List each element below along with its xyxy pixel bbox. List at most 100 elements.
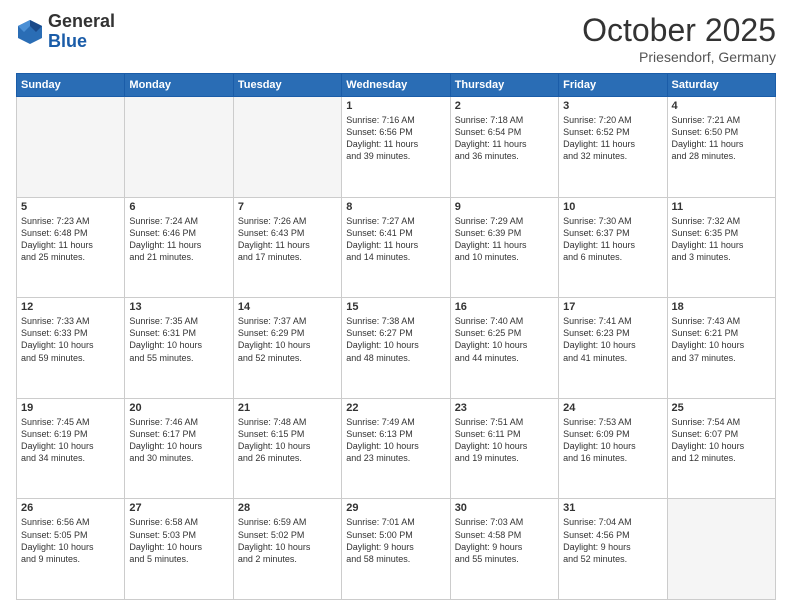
day-number: 29 (346, 502, 445, 514)
day-number: 13 (129, 301, 228, 313)
calendar-cell: 30 Sunrise: 7:03 AM Sunset: 4:58 PM Dayli… (450, 499, 558, 600)
calendar-cell: 3 Sunrise: 7:20 AM Sunset: 6:52 PM Daylig… (559, 97, 667, 198)
day-number: 1 (346, 100, 445, 112)
day-header-friday: Friday (559, 74, 667, 97)
calendar-cell: 20 Sunrise: 7:46 AM Sunset: 6:17 PM Dayli… (125, 398, 233, 499)
day-info: Sunrise: 7:18 AM Sunset: 6:54 PM Dayligh… (455, 114, 554, 163)
day-info: Sunrise: 7:29 AM Sunset: 6:39 PM Dayligh… (455, 215, 554, 264)
calendar-cell: 19 Sunrise: 7:45 AM Sunset: 6:19 PM Dayli… (17, 398, 125, 499)
day-number: 8 (346, 201, 445, 213)
calendar-table: SundayMondayTuesdayWednesdayThursdayFrid… (16, 73, 776, 600)
day-number: 18 (672, 301, 771, 313)
day-number: 20 (129, 402, 228, 414)
day-number: 26 (21, 502, 120, 514)
day-number: 28 (238, 502, 337, 514)
calendar-cell: 23Sunrise: 7:51 AM Sunset: 6:11 PM Dayli… (450, 398, 558, 499)
calendar-cell: 25Sunrise: 7:54 AM Sunset: 6:07 PM Dayli… (667, 398, 775, 499)
day-info: Sunrise: 7:49 AM Sunset: 6:13 PM Dayligh… (346, 416, 445, 465)
calendar-cell (667, 499, 775, 600)
calendar-cell: 16 Sunrise: 7:40 AM Sunset: 6:25 PM Dayli… (450, 298, 558, 399)
day-info: Sunrise: 7:03 AM Sunset: 4:58 PM Dayligh… (455, 516, 554, 565)
day-number: 2 (455, 100, 554, 112)
calendar-cell: 4 Sunrise: 7:21 AM Sunset: 6:50 PM Daylig… (667, 97, 775, 198)
calendar-cell: 27 Sunrise: 6:58 AM Sunset: 5:03 PM Dayli… (125, 499, 233, 600)
day-info: Sunrise: 7:46 AM Sunset: 6:17 PM Dayligh… (129, 416, 228, 465)
day-number: 16 (455, 301, 554, 313)
day-number: 3 (563, 100, 662, 112)
day-info: Sunrise: 7:26 AM Sunset: 6:43 PM Dayligh… (238, 215, 337, 264)
day-info: Sunrise: 7:45 AM Sunset: 6:19 PM Dayligh… (21, 416, 120, 465)
day-info: Sunrise: 7:04 AM Sunset: 4:56 PM Dayligh… (563, 516, 662, 565)
day-info: Sunrise: 6:59 AM Sunset: 5:02 PM Dayligh… (238, 516, 337, 565)
calendar-cell: 22 Sunrise: 7:49 AM Sunset: 6:13 PM Dayli… (342, 398, 450, 499)
day-info: Sunrise: 7:21 AM Sunset: 6:50 PM Dayligh… (672, 114, 771, 163)
day-info: Sunrise: 7:16 AM Sunset: 6:56 PM Dayligh… (346, 114, 445, 163)
logo-icon (16, 18, 44, 46)
calendar-cell: 29 Sunrise: 7:01 AM Sunset: 5:00 PM Dayli… (342, 499, 450, 600)
day-number: 14 (238, 301, 337, 313)
calendar-cell: 15Sunrise: 7:38 AM Sunset: 6:27 PM Dayli… (342, 298, 450, 399)
logo-blue-text: Blue (48, 31, 87, 51)
day-number: 4 (672, 100, 771, 112)
day-number: 9 (455, 201, 554, 213)
day-info: Sunrise: 7:33 AM Sunset: 6:33 PM Dayligh… (21, 315, 120, 364)
day-info: Sunrise: 7:37 AM Sunset: 6:29 PM Dayligh… (238, 315, 337, 364)
calendar-cell: 12 Sunrise: 7:33 AM Sunset: 6:33 PM Dayli… (17, 298, 125, 399)
day-number: 7 (238, 201, 337, 213)
calendar-cell: 17 Sunrise: 7:41 AM Sunset: 6:23 PM Dayli… (559, 298, 667, 399)
calendar-cell (17, 97, 125, 198)
day-number: 19 (21, 402, 120, 414)
day-number: 22 (346, 402, 445, 414)
day-info: Sunrise: 7:23 AM Sunset: 6:48 PM Dayligh… (21, 215, 120, 264)
day-info: Sunrise: 6:58 AM Sunset: 5:03 PM Dayligh… (129, 516, 228, 565)
day-number: 31 (563, 502, 662, 514)
day-header-saturday: Saturday (667, 74, 775, 97)
calendar-cell: 6Sunrise: 7:24 AM Sunset: 6:46 PM Daylig… (125, 197, 233, 298)
calendar-cell: 11 Sunrise: 7:32 AM Sunset: 6:35 PM Dayli… (667, 197, 775, 298)
calendar-cell: 28 Sunrise: 6:59 AM Sunset: 5:02 PM Dayli… (233, 499, 341, 600)
calendar-cell: 8 Sunrise: 7:27 AM Sunset: 6:41 PM Daylig… (342, 197, 450, 298)
day-number: 10 (563, 201, 662, 213)
day-info: Sunrise: 7:20 AM Sunset: 6:52 PM Dayligh… (563, 114, 662, 163)
calendar-cell (125, 97, 233, 198)
calendar-cell: 10Sunrise: 7:30 AM Sunset: 6:37 PM Dayli… (559, 197, 667, 298)
day-number: 11 (672, 201, 771, 213)
calendar-cell: 31 Sunrise: 7:04 AM Sunset: 4:56 PM Dayli… (559, 499, 667, 600)
page-header: General Blue October 2025 Priesendorf, G… (16, 12, 776, 65)
day-info: Sunrise: 7:48 AM Sunset: 6:15 PM Dayligh… (238, 416, 337, 465)
day-number: 12 (21, 301, 120, 313)
day-info: Sunrise: 7:32 AM Sunset: 6:35 PM Dayligh… (672, 215, 771, 264)
day-info: Sunrise: 7:43 AM Sunset: 6:21 PM Dayligh… (672, 315, 771, 364)
day-header-monday: Monday (125, 74, 233, 97)
day-info: Sunrise: 7:40 AM Sunset: 6:25 PM Dayligh… (455, 315, 554, 364)
calendar-cell: 13 Sunrise: 7:35 AM Sunset: 6:31 PM Dayli… (125, 298, 233, 399)
day-number: 30 (455, 502, 554, 514)
calendar-cell: 18 Sunrise: 7:43 AM Sunset: 6:21 PM Dayli… (667, 298, 775, 399)
calendar-cell: 14 Sunrise: 7:37 AM Sunset: 6:29 PM Dayli… (233, 298, 341, 399)
day-info: Sunrise: 7:24 AM Sunset: 6:46 PM Dayligh… (129, 215, 228, 264)
day-header-tuesday: Tuesday (233, 74, 341, 97)
day-number: 17 (563, 301, 662, 313)
day-number: 5 (21, 201, 120, 213)
logo-general-text: General (48, 11, 115, 31)
location-subtitle: Priesendorf, Germany (582, 49, 776, 65)
day-info: Sunrise: 7:35 AM Sunset: 6:31 PM Dayligh… (129, 315, 228, 364)
day-number: 15 (346, 301, 445, 313)
calendar-cell: 1 Sunrise: 7:16 AM Sunset: 6:56 PM Daylig… (342, 97, 450, 198)
calendar-cell (233, 97, 341, 198)
calendar-cell: 26Sunrise: 6:56 AM Sunset: 5:05 PM Dayli… (17, 499, 125, 600)
day-info: Sunrise: 7:01 AM Sunset: 5:00 PM Dayligh… (346, 516, 445, 565)
month-title: October 2025 (582, 12, 776, 49)
day-number: 21 (238, 402, 337, 414)
calendar-cell: 24Sunrise: 7:53 AM Sunset: 6:09 PM Dayli… (559, 398, 667, 499)
day-number: 25 (672, 402, 771, 414)
day-info: Sunrise: 7:41 AM Sunset: 6:23 PM Dayligh… (563, 315, 662, 364)
title-block: October 2025 Priesendorf, Germany (582, 12, 776, 65)
calendar-cell: 9 Sunrise: 7:29 AM Sunset: 6:39 PM Daylig… (450, 197, 558, 298)
day-header-sunday: Sunday (17, 74, 125, 97)
calendar-cell: 7 Sunrise: 7:26 AM Sunset: 6:43 PM Daylig… (233, 197, 341, 298)
logo: General Blue (16, 12, 115, 52)
day-info: Sunrise: 7:27 AM Sunset: 6:41 PM Dayligh… (346, 215, 445, 264)
calendar-cell: 2 Sunrise: 7:18 AM Sunset: 6:54 PM Daylig… (450, 97, 558, 198)
day-number: 27 (129, 502, 228, 514)
